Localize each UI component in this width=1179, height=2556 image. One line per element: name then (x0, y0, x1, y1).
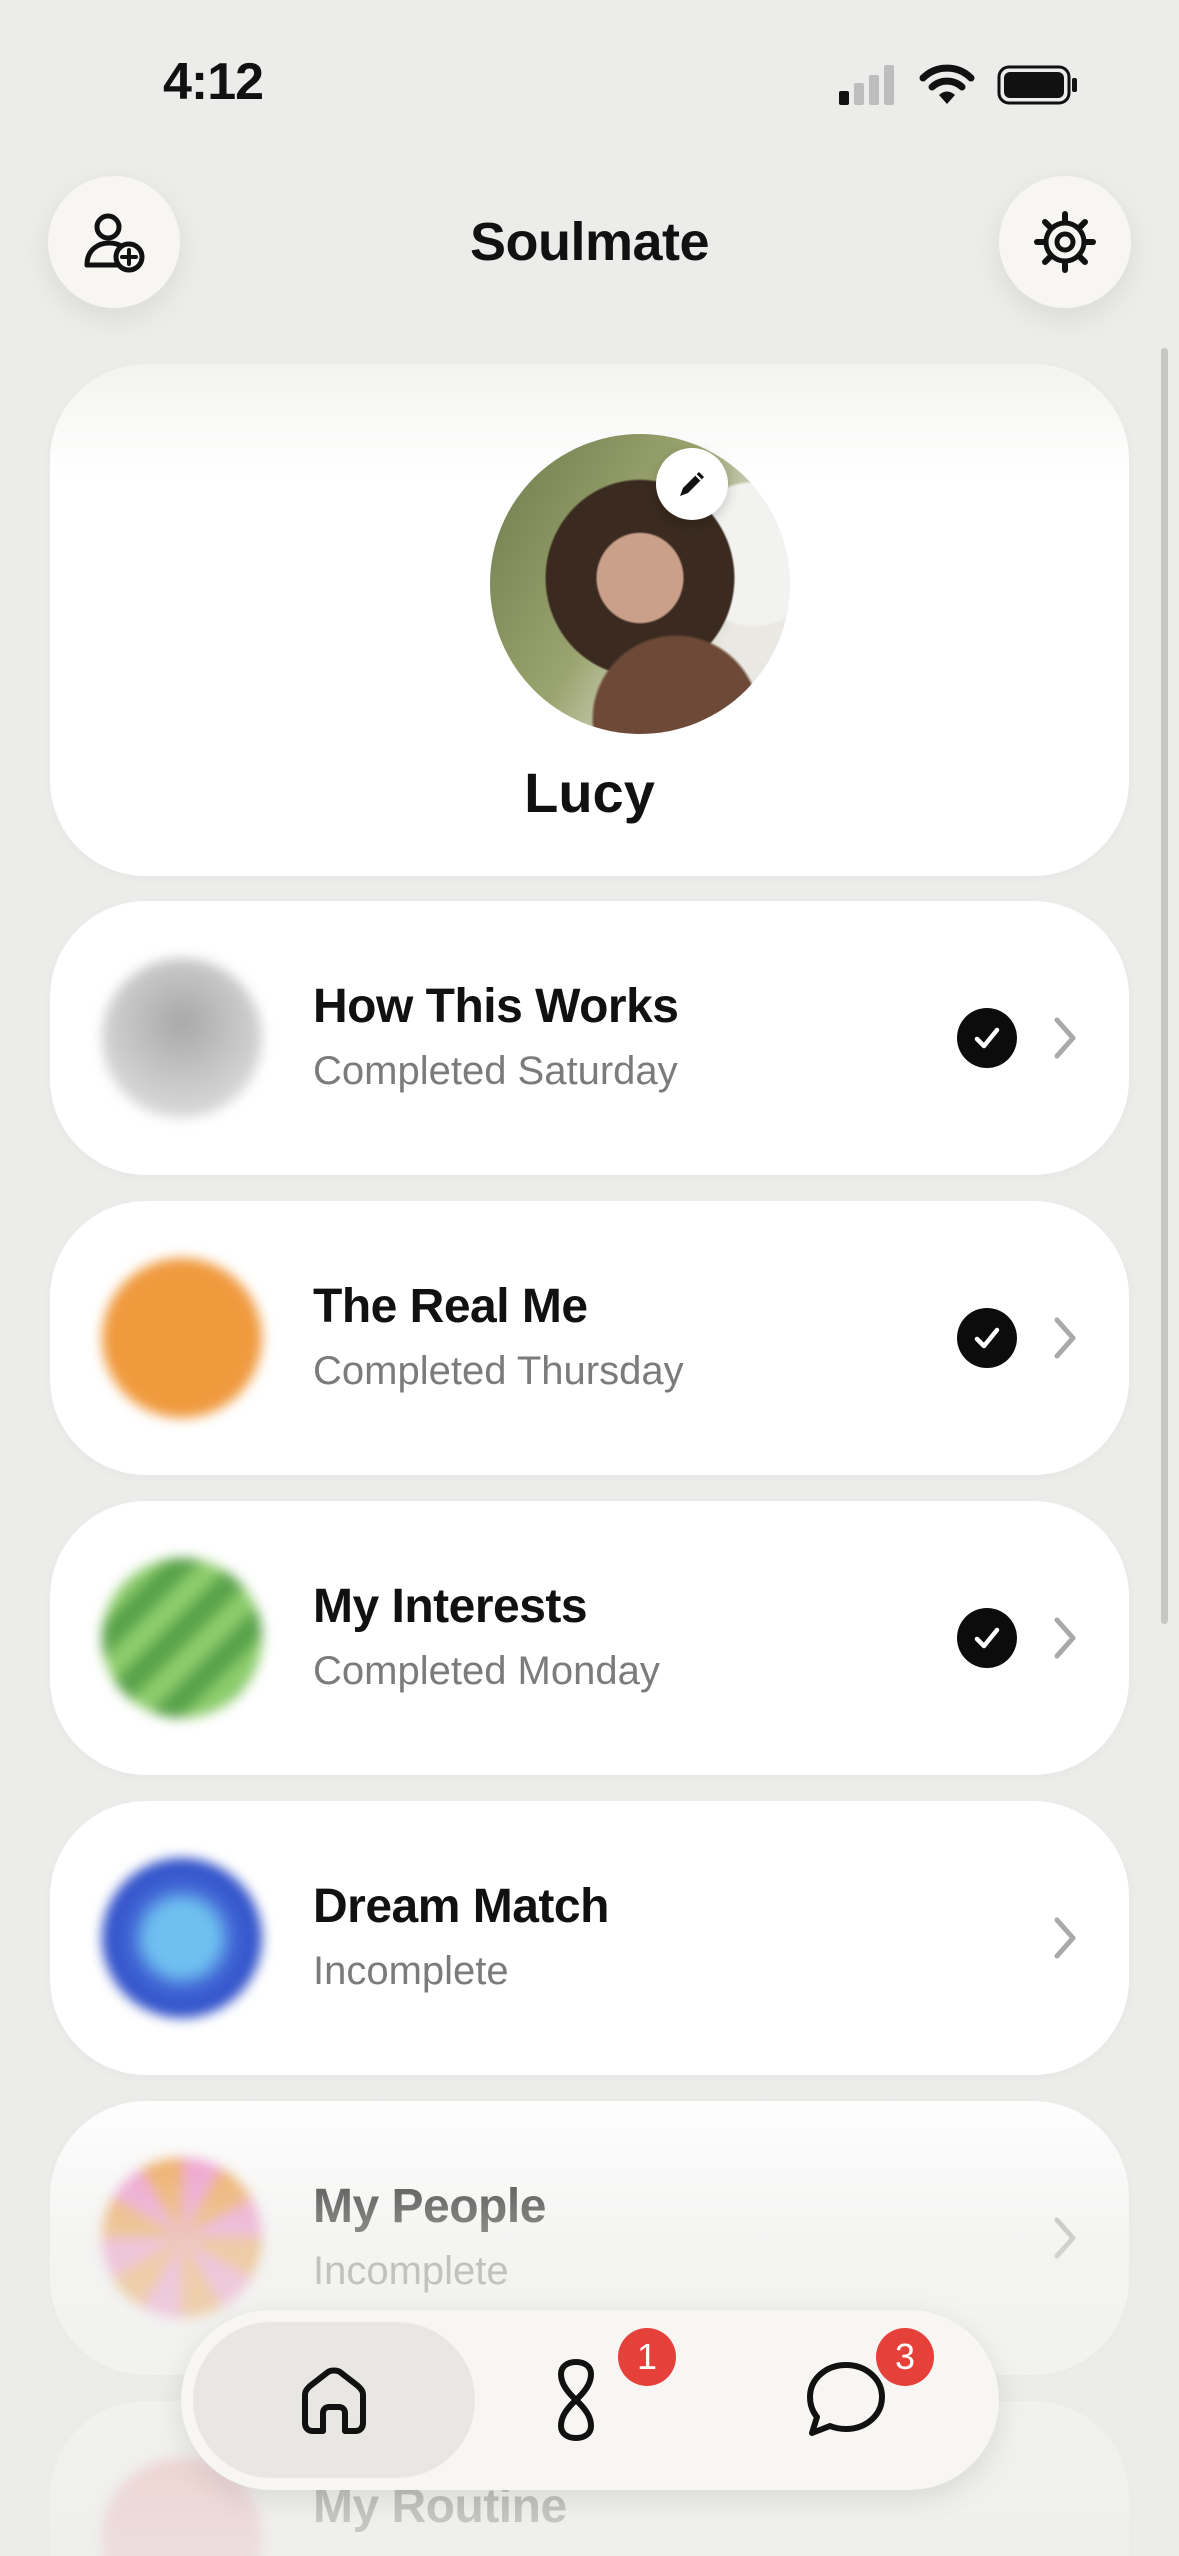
home-icon (302, 2367, 366, 2434)
matches-count-badge: 1 (618, 2328, 676, 2386)
status-time: 4:12 (163, 53, 264, 111)
avatar[interactable] (490, 434, 790, 734)
section-status: Completed Monday (313, 1649, 660, 1693)
section-card-the-real-me[interactable]: The Real Me Completed Thursday (50, 1201, 1129, 1475)
tab-home[interactable] (193, 2322, 475, 2478)
section-card-dream-match[interactable]: Dream Match Incomplete (50, 1801, 1129, 2075)
section-orb (102, 2158, 262, 2318)
infinity-icon (557, 2358, 595, 2442)
tab-bar: 1 3 (181, 2310, 999, 2490)
scrollbar[interactable] (1161, 348, 1168, 1624)
chevron-right-icon (1054, 2217, 1076, 2259)
profile-name: Lucy (524, 761, 655, 824)
cellular-signal-icon (839, 65, 894, 105)
battery-icon (997, 65, 1077, 105)
section-status: Completed Thursday (313, 1349, 684, 1393)
wifi-icon (919, 64, 975, 104)
settings-button[interactable] (999, 176, 1131, 308)
checkmark-icon (957, 1308, 1017, 1368)
section-status: Completed Saturday (313, 1049, 678, 1093)
pencil-icon (680, 472, 704, 496)
section-title: Dream Match (313, 1880, 609, 1933)
chevron-right-icon (1054, 1317, 1076, 1359)
section-orb (102, 958, 262, 1118)
chat-bubble-icon (807, 2362, 885, 2436)
checkmark-icon (957, 1608, 1017, 1668)
gear-icon (1034, 211, 1096, 273)
screen: 4:12 Soulmate Lucy How This Works Comple… (0, 0, 1179, 2556)
section-status: Incomplete (313, 2249, 509, 2293)
chevron-right-icon (1054, 1017, 1076, 1059)
section-title: The Real Me (313, 1280, 588, 1333)
section-orb (102, 1558, 262, 1718)
section-card-my-interests[interactable]: My Interests Completed Monday (50, 1501, 1129, 1775)
status-icons (839, 64, 1079, 106)
section-title: My Interests (313, 1580, 588, 1633)
section-status: Incomplete (313, 1949, 509, 1993)
section-orb (102, 1858, 262, 2018)
checkmark-icon (957, 1008, 1017, 1068)
edit-photo-button[interactable] (656, 448, 728, 520)
chevron-right-icon (1054, 1917, 1076, 1959)
messages-count-badge: 3 (876, 2328, 934, 2386)
section-orb (102, 1258, 262, 1418)
section-card-how-this-works[interactable]: How This Works Completed Saturday (50, 901, 1129, 1175)
chevron-right-icon (1054, 1617, 1076, 1659)
section-title: How This Works (313, 980, 679, 1033)
section-title: My People (313, 2180, 546, 2233)
